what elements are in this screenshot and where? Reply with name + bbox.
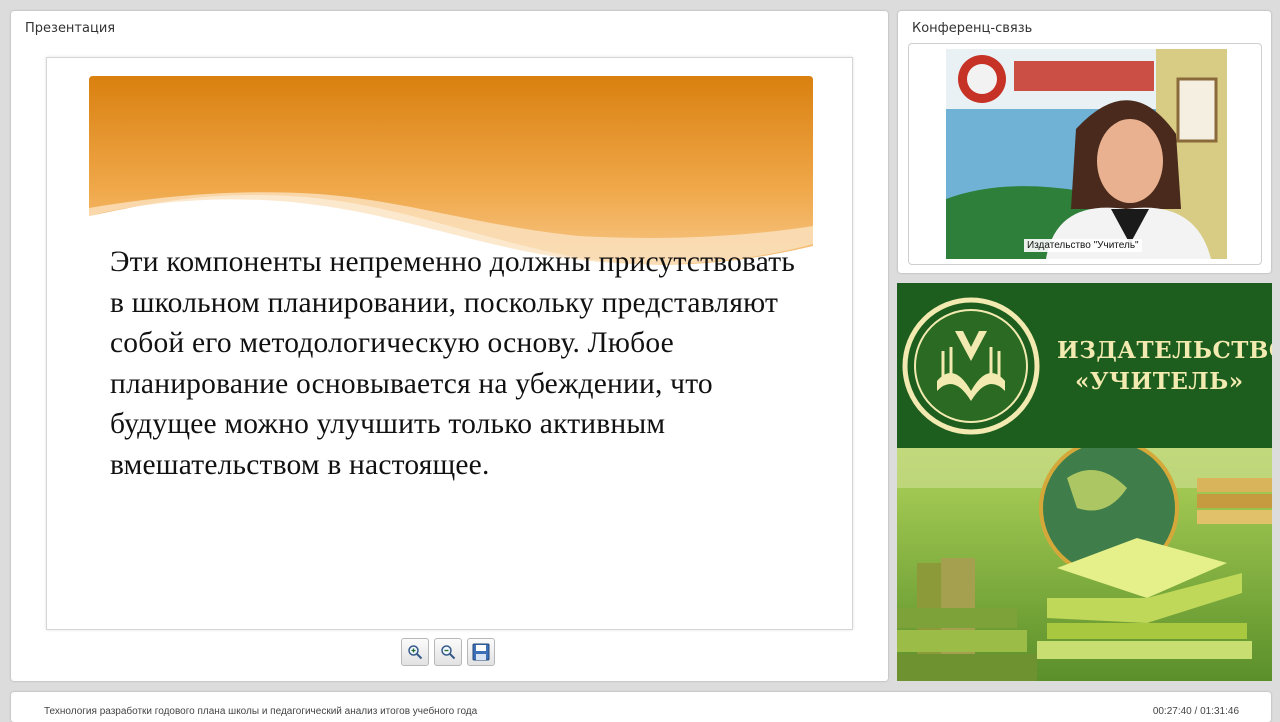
publisher-logo-icon	[902, 297, 1040, 435]
publisher-name-line2: «УЧИТЕЛЬ»	[1075, 368, 1244, 395]
video-caption: Издательство "Учитель"	[1024, 239, 1142, 252]
slide: Эти компоненты непременно должны присутс…	[46, 57, 853, 630]
zoom-in-icon	[408, 645, 423, 660]
slide-header-decoration	[89, 76, 813, 265]
presentation-title: Презентация	[25, 21, 116, 36]
conference-panel: Конференц-связь Издательство "Учитель"	[898, 11, 1271, 273]
publisher-name-line1: ИЗДАТЕЛЬСТВО	[1057, 337, 1272, 364]
books-globe-image	[897, 448, 1272, 681]
slide-body-text: Эти компоненты непременно должны присутс…	[110, 246, 796, 481]
presentation-panel: Презентация Эти компоненты непременно до…	[11, 11, 888, 681]
publisher-banner-top: ИЗДАТЕЛЬСТВО «УЧИТЕЛЬ»	[897, 283, 1272, 448]
footer-bar: Технология разработки годового плана шко…	[11, 692, 1271, 722]
webcam-video[interactable]: Издательство "Учитель"	[946, 49, 1227, 259]
conference-title: Конференц-связь	[912, 21, 1033, 36]
save-icon	[472, 643, 490, 661]
presenter-video-image	[946, 49, 1227, 259]
save-button[interactable]	[467, 638, 495, 666]
zoom-out-button[interactable]	[434, 638, 462, 666]
video-frame: Издательство "Учитель"	[908, 43, 1262, 265]
zoom-out-icon	[441, 645, 456, 660]
publisher-banner: ИЗДАТЕЛЬСТВО «УЧИТЕЛЬ»	[897, 283, 1272, 681]
zoom-in-button[interactable]	[401, 638, 429, 666]
course-title: Технология разработки годового плана шко…	[44, 706, 478, 717]
playback-time: 00:27:40 / 01:31:46	[1152, 706, 1239, 717]
